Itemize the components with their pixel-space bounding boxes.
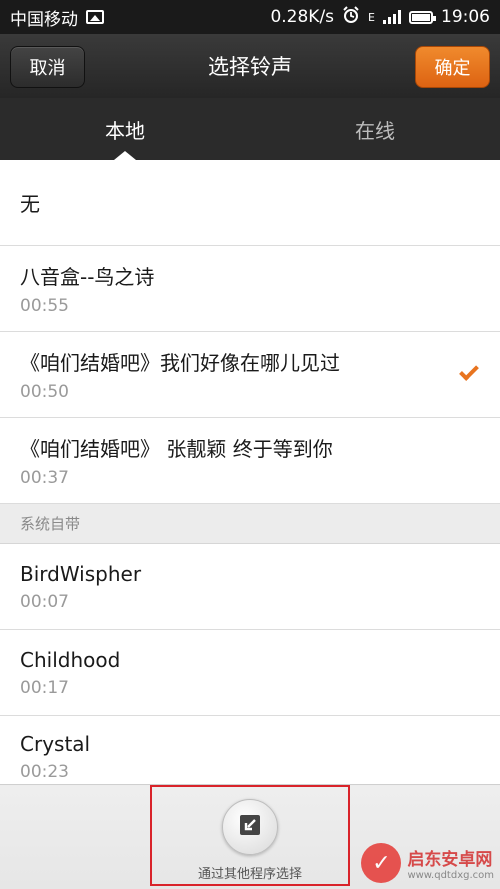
other-app-highlight: 通过其他程序选择: [150, 785, 350, 886]
list-item[interactable]: Childhood 00:17: [0, 630, 500, 716]
ringtone-name: 《咱们结婚吧》我们好像在哪儿见过: [20, 351, 340, 375]
ringtone-duration: 00:50: [20, 382, 69, 402]
alarm-icon: [342, 5, 360, 29]
ringtone-duration: 00:23: [20, 762, 69, 782]
battery-icon: [409, 10, 436, 24]
list-item[interactable]: BirdWispher 00:07: [0, 544, 500, 630]
clock: 19:06: [441, 7, 490, 27]
bottom-bar: 通过其他程序选择 ✓ 启东安卓网 www.qdtdxg.com: [0, 784, 500, 889]
ringtone-duration: 00:17: [20, 677, 69, 698]
ringtone-name: 八音盒--鸟之诗: [20, 265, 155, 289]
list-item[interactable]: 八音盒--鸟之诗 00:55: [0, 246, 500, 332]
ringtone-duration: 00:07: [20, 591, 69, 612]
status-bar: 中国移动 0.28K/s E 19:06: [0, 0, 500, 34]
watermark: ✓ 启东安卓网 www.qdtdxg.com: [361, 843, 494, 883]
network-speed: 0.28K/s: [270, 7, 335, 27]
tab-online[interactable]: 在线: [250, 98, 500, 160]
list-item-none[interactable]: 无: [0, 160, 500, 246]
list-item-selected[interactable]: 《咱们结婚吧》我们好像在哪儿见过 00:50: [0, 332, 500, 418]
section-header-system: 系统自带: [0, 504, 500, 544]
ringtone-name: 《咱们结婚吧》 张靓颖 终于等到你: [20, 437, 333, 461]
ringtone-duration: 00:37: [20, 468, 69, 488]
watermark-url: www.qdtdxg.com: [407, 870, 494, 881]
carrier-name: 中国移动: [10, 9, 78, 30]
ringtone-list: 无 八音盒--鸟之诗 00:55 《咱们结婚吧》我们好像在哪儿见过 00:50 …: [0, 160, 500, 786]
list-item[interactable]: Crystal 00:23: [0, 716, 500, 786]
watermark-title: 启东安卓网: [407, 850, 493, 870]
page-title: 选择铃声: [208, 55, 292, 79]
ringtone-name: BirdWispher: [20, 561, 142, 586]
other-app-label: 通过其他程序选择: [197, 867, 302, 882]
ringtone-duration: 00:55: [20, 296, 69, 316]
image-notification-icon: [86, 10, 104, 24]
network-type: E: [368, 10, 375, 24]
confirm-button[interactable]: 确定: [415, 46, 490, 88]
title-bar: 取消 选择铃声 确定: [0, 34, 500, 98]
tab-bar: 本地 在线: [0, 98, 500, 160]
signal-icon: [383, 10, 401, 24]
external-pick-icon: [238, 813, 262, 841]
cancel-button[interactable]: 取消: [10, 46, 85, 88]
watermark-logo-icon: ✓: [361, 843, 402, 883]
tab-local[interactable]: 本地: [0, 98, 250, 160]
ringtone-name: 无: [20, 192, 40, 216]
other-app-button[interactable]: [222, 799, 278, 855]
ringtone-name: Crystal: [20, 732, 91, 756]
list-item[interactable]: 《咱们结婚吧》 张靓颖 终于等到你 00:37: [0, 418, 500, 504]
ringtone-name: Childhood: [20, 647, 121, 672]
